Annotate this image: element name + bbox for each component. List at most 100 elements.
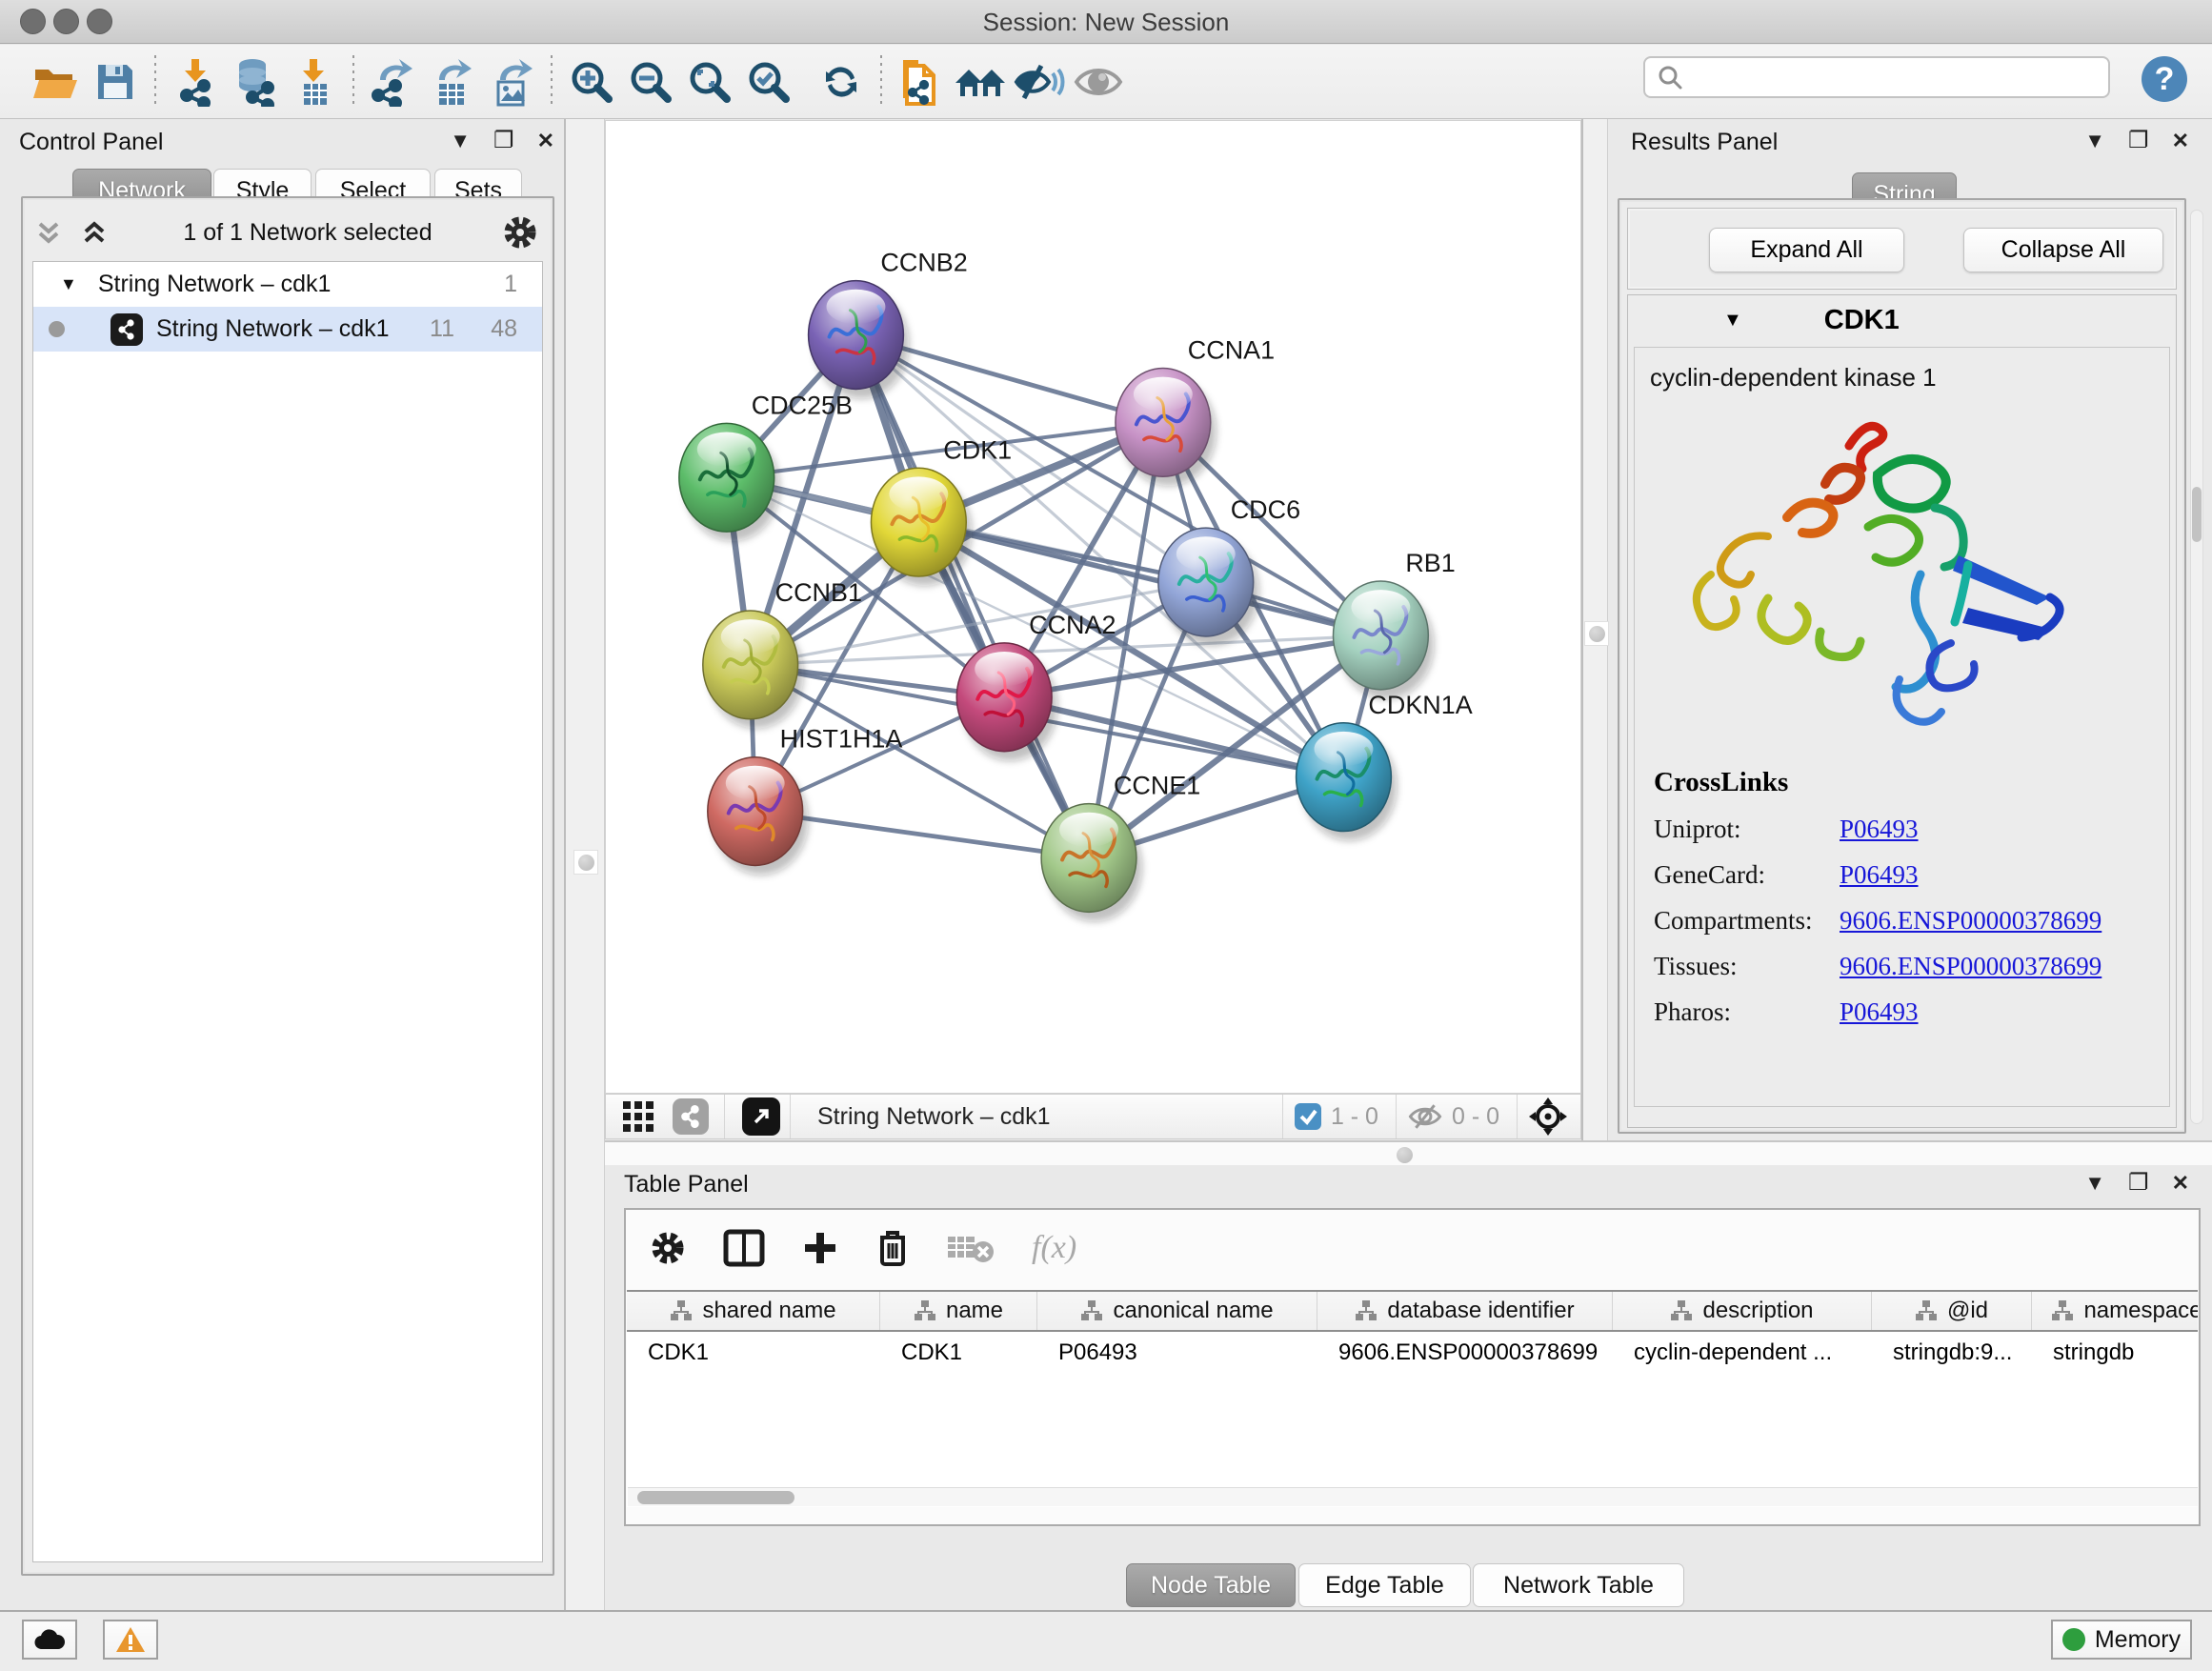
expand-all-button[interactable]: Expand All bbox=[1709, 228, 1904, 272]
network-status-dot bbox=[49, 321, 65, 337]
save-session-button[interactable] bbox=[86, 54, 145, 110]
bottom-splitter[interactable] bbox=[605, 1140, 2212, 1165]
crosslink-link[interactable]: P06493 bbox=[1840, 815, 1919, 844]
gear-icon[interactable] bbox=[501, 213, 539, 252]
open-session-button[interactable] bbox=[27, 54, 86, 110]
right-splitter-grip[interactable] bbox=[1584, 621, 1609, 646]
hidden-eye-icon[interactable] bbox=[1406, 1101, 1444, 1132]
gene-collapse-icon[interactable]: ▼ bbox=[1723, 310, 1742, 332]
network-row[interactable]: String Network – cdk1 11 48 bbox=[33, 307, 542, 352]
network-node-CDKN1A[interactable]: CDKN1A bbox=[1297, 691, 1473, 841]
expand-all-icon[interactable] bbox=[82, 218, 114, 247]
string-network-graph[interactable]: CCNB2CCNA1CDC25BCDK1CDC6RB1CCNB1CCNA2CDK… bbox=[606, 121, 1580, 1093]
panel-menu-icon[interactable]: ▼ bbox=[450, 131, 471, 151]
tab-node-table[interactable]: Node Table bbox=[1126, 1563, 1296, 1607]
zoom-out-button[interactable] bbox=[621, 54, 680, 110]
network-node-CCNA2[interactable]: CCNA2 bbox=[956, 611, 1116, 761]
network-edge-CDK1-RB1[interactable] bbox=[918, 522, 1380, 635]
right-splitter[interactable] bbox=[1581, 119, 1608, 1140]
string-home-button[interactable] bbox=[951, 54, 1010, 110]
memory-button[interactable]: Memory bbox=[2051, 1620, 2192, 1660]
share-view-icon[interactable] bbox=[673, 1098, 709, 1135]
import-network-database-button[interactable] bbox=[225, 54, 284, 110]
import-network-file-button[interactable] bbox=[166, 54, 225, 110]
help-button[interactable]: ? bbox=[2140, 54, 2189, 109]
panel-menu-icon[interactable]: ▼ bbox=[2084, 1173, 2105, 1194]
network-node-HIST1H1A[interactable]: HIST1H1A bbox=[708, 725, 903, 876]
crosslink-link[interactable]: P06493 bbox=[1840, 860, 1919, 890]
export-network-button[interactable] bbox=[364, 54, 423, 110]
left-splitter-grip[interactable] bbox=[573, 850, 598, 875]
cloud-status-button[interactable] bbox=[22, 1620, 77, 1660]
zoom-fit-button[interactable] bbox=[680, 54, 739, 110]
network-node-CCNE1[interactable]: CCNE1 bbox=[1041, 772, 1200, 922]
tab-network-table[interactable]: Network Table bbox=[1473, 1563, 1684, 1607]
table-cell[interactable]: stringdb bbox=[2032, 1334, 2198, 1372]
tab-edge-table[interactable]: Edge Table bbox=[1298, 1563, 1471, 1607]
table-cell[interactable]: P06493 bbox=[1037, 1334, 1317, 1372]
string-protein-query-button[interactable] bbox=[892, 54, 951, 110]
import-table-file-button[interactable] bbox=[284, 54, 343, 110]
table-data-row[interactable]: CDK1CDK1P064939606.ENSP00000378699cyclin… bbox=[627, 1334, 2198, 1372]
bottom-splitter-grip[interactable] bbox=[1392, 1142, 1417, 1167]
network-canvas[interactable]: CCNB2CCNA1CDC25BCDK1CDC6RB1CCNB1CCNA2CDK… bbox=[605, 120, 1581, 1094]
column-header--id[interactable]: @id bbox=[1872, 1292, 2032, 1330]
table-cell[interactable]: 9606.ENSP00000378699 bbox=[1317, 1334, 1613, 1372]
crosslink-link[interactable]: P06493 bbox=[1840, 997, 1919, 1027]
panel-float-icon[interactable]: ❐ bbox=[2128, 1173, 2149, 1194]
results-scrollbar-thumb[interactable] bbox=[2192, 487, 2202, 542]
panel-close-icon[interactable]: ✕ bbox=[2172, 1173, 2189, 1194]
panel-close-icon[interactable]: ✕ bbox=[2172, 131, 2189, 151]
column-header-canonical-name[interactable]: canonical name bbox=[1037, 1292, 1317, 1330]
birdseye-navigator-icon[interactable] bbox=[1527, 1096, 1569, 1137]
network-node-CCNB2[interactable]: CCNB2 bbox=[809, 249, 968, 399]
selected-checkbox-icon[interactable] bbox=[1293, 1101, 1323, 1132]
table-settings-gear-icon[interactable] bbox=[649, 1229, 687, 1267]
column-header-shared-name[interactable]: shared name bbox=[627, 1292, 880, 1330]
column-header-name[interactable]: name bbox=[880, 1292, 1037, 1330]
delete-table-icon[interactable] bbox=[946, 1231, 995, 1265]
zoom-in-button[interactable] bbox=[562, 54, 621, 110]
left-splitter[interactable] bbox=[564, 119, 605, 1610]
delete-column-icon[interactable] bbox=[875, 1228, 910, 1268]
network-node-CCNB1[interactable]: CCNB1 bbox=[703, 578, 862, 729]
crosslink-link[interactable]: 9606.ENSP00000378699 bbox=[1840, 906, 2101, 936]
open-in-new-window-icon[interactable] bbox=[742, 1097, 780, 1136]
network-view-title: String Network – cdk1 bbox=[817, 1103, 1273, 1131]
zoom-selected-button[interactable] bbox=[739, 54, 798, 110]
add-column-icon[interactable] bbox=[801, 1229, 839, 1267]
panel-float-icon[interactable]: ❐ bbox=[2128, 131, 2149, 151]
panel-float-icon[interactable]: ❐ bbox=[493, 131, 514, 151]
function-builder-icon[interactable]: f(x) bbox=[1032, 1230, 1076, 1266]
collapse-all-icon[interactable] bbox=[36, 218, 69, 247]
table-cell[interactable]: stringdb:9... bbox=[1872, 1334, 2032, 1372]
gene-section-header[interactable]: ▼ CDK1 bbox=[1628, 295, 2176, 345]
table-cell[interactable]: CDK1 bbox=[880, 1334, 1037, 1372]
network-node-CCNA1[interactable]: CCNA1 bbox=[1116, 336, 1275, 487]
results-scrollbar[interactable] bbox=[2190, 210, 2203, 1124]
network-collection-row[interactable]: ▼ String Network – cdk1 1 bbox=[33, 262, 542, 307]
collapse-all-button[interactable]: Collapse All bbox=[1963, 228, 2163, 272]
string-highlight-button[interactable] bbox=[1069, 54, 1128, 110]
warnings-button[interactable] bbox=[103, 1620, 158, 1660]
panel-close-icon[interactable]: ✕ bbox=[537, 131, 554, 151]
search-input[interactable] bbox=[1683, 60, 2108, 94]
column-header-database-identifier[interactable]: database identifier bbox=[1317, 1292, 1613, 1330]
export-table-button[interactable] bbox=[423, 54, 482, 110]
crosslink-link[interactable]: 9606.ENSP00000378699 bbox=[1840, 952, 2101, 981]
table-cell[interactable]: CDK1 bbox=[627, 1334, 880, 1372]
table-cell[interactable]: cyclin-dependent ... bbox=[1613, 1334, 1872, 1372]
string-enhance-button[interactable] bbox=[1010, 54, 1069, 110]
export-image-button[interactable] bbox=[482, 54, 541, 110]
network-node-RB1[interactable]: RB1 bbox=[1334, 549, 1456, 699]
grid-view-icon[interactable] bbox=[619, 1097, 657, 1136]
panel-menu-icon[interactable]: ▼ bbox=[2084, 131, 2105, 151]
table-horizontal-scrollbar[interactable] bbox=[628, 1487, 2198, 1506]
column-header-namespace[interactable]: namespace bbox=[2032, 1292, 2198, 1330]
column-header-description[interactable]: description bbox=[1613, 1292, 1872, 1330]
table-scrollbar-thumb[interactable] bbox=[637, 1491, 794, 1504]
node-label-CCNB2: CCNB2 bbox=[880, 249, 967, 277]
refresh-view-button[interactable] bbox=[812, 54, 871, 110]
tree-expand-icon[interactable]: ▼ bbox=[60, 274, 77, 294]
show-columns-icon[interactable] bbox=[723, 1229, 765, 1267]
